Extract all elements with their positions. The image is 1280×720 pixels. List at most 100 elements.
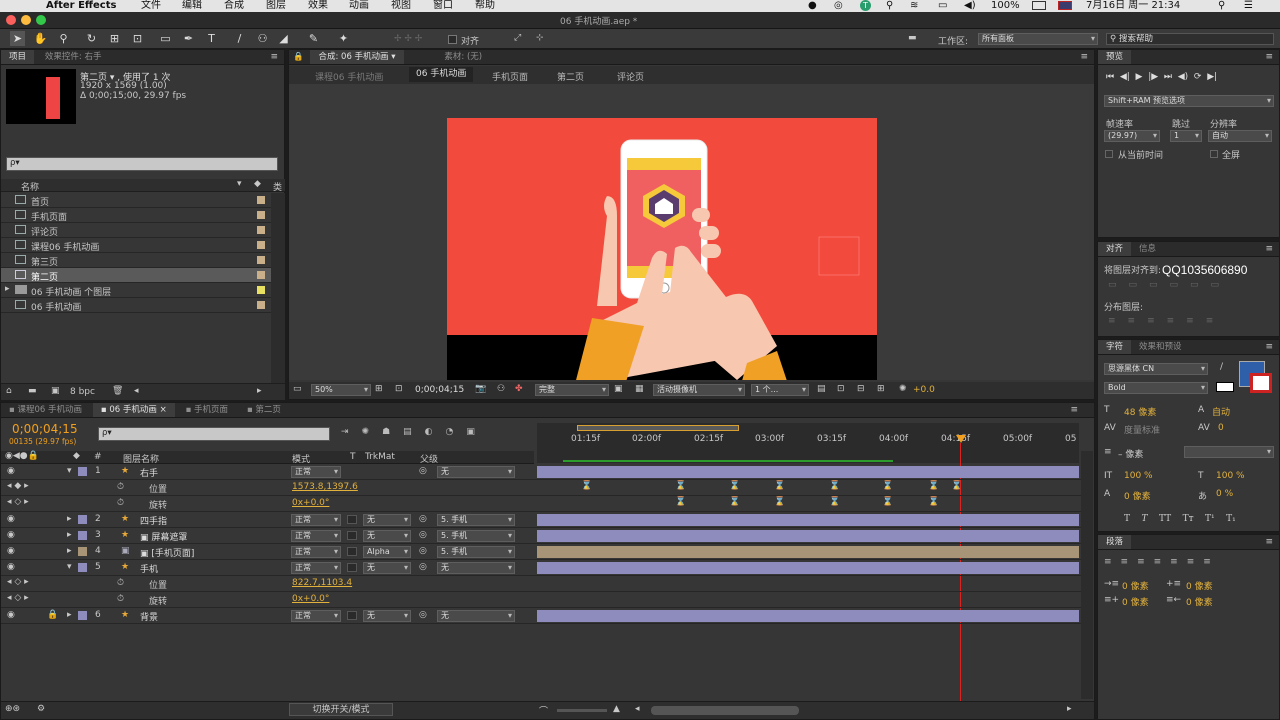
preserve-transparency-box[interactable] <box>347 515 357 524</box>
timeline-hscroll-thumb[interactable] <box>651 706 799 715</box>
wifi-icon[interactable]: ≋ <box>910 0 918 12</box>
tab-timeline-main[interactable]: ▪ 06 手机动画 × <box>92 403 175 417</box>
layer-bar[interactable] <box>537 514 1079 526</box>
preserve-transparency-box[interactable] <box>347 611 357 620</box>
stopwatch-icon[interactable]: ⏱ <box>117 482 124 492</box>
clone-stamp-tool-icon[interactable]: ⚇ <box>255 31 270 46</box>
expand-arrow-icon[interactable]: ▸ <box>67 514 72 524</box>
list-item[interactable]: 首页 <box>1 193 271 208</box>
expand-arrow-icon[interactable]: ▸ <box>67 546 72 556</box>
panel-menu-icon[interactable]: ≡ <box>1070 405 1078 415</box>
next-frame-icon[interactable]: |▶ <box>1148 72 1158 82</box>
menu-edit[interactable]: 编辑 <box>182 0 202 12</box>
zoom-in-icon[interactable]: ▲ <box>613 704 620 714</box>
stopwatch-icon[interactable]: ⏱ <box>117 578 124 588</box>
keyframe-nav-icon[interactable]: ◂ ◇ ▸ <box>7 497 29 507</box>
rectangle-tool-icon[interactable]: ▭ <box>158 31 173 46</box>
clock[interactable]: 7月16日 周一 21:34 <box>1086 0 1180 12</box>
roi-icon[interactable]: ▣ <box>614 384 623 394</box>
pickwhip-icon[interactable]: ◎ <box>419 546 427 556</box>
expand-arrow-icon[interactable]: ▾ <box>67 466 72 476</box>
keyframe[interactable]: ⌛ <box>951 481 962 491</box>
time-ruler[interactable]: 01:15f 02:00f 02:15f 03:00f 03:15f 04:00… <box>537 423 1079 463</box>
scroll-right-icon[interactable]: ▸ <box>1067 704 1072 714</box>
menu-composition[interactable]: 合成 <box>224 0 244 12</box>
menu-help[interactable]: 帮助 <box>475 0 495 12</box>
tab-preview[interactable]: 预览 <box>1098 50 1132 64</box>
tsume-value[interactable]: 0 % <box>1216 489 1233 499</box>
snapshot-icon[interactable]: 📷 <box>475 384 486 394</box>
font-style-select[interactable]: Bold <box>1104 382 1208 394</box>
tab-info[interactable]: 信息 <box>1131 242 1164 256</box>
tracking-value[interactable]: 0 <box>1218 423 1224 433</box>
visibility-icon[interactable]: ◉ <box>7 530 15 540</box>
label-color[interactable] <box>257 196 265 204</box>
work-area-bar[interactable] <box>577 425 739 431</box>
layer-row[interactable]: ◉ ▾ 5 ★ 手机 正常 无 ◎ 无 <box>1 560 1081 576</box>
layer-name[interactable]: 手机 <box>140 562 158 575</box>
menu-view[interactable]: 视图 <box>391 0 411 12</box>
panel-menu-icon[interactable]: ≡ <box>270 52 278 62</box>
resolution-select[interactable]: 自动 <box>1208 130 1272 142</box>
puppet-tool-icon[interactable]: ✦ <box>336 31 351 46</box>
column-name[interactable]: 名称 <box>21 180 39 193</box>
prev-frame-icon[interactable]: ◀| <box>1120 72 1130 82</box>
label-color[interactable] <box>257 256 265 264</box>
keyframe[interactable]: ⌛ <box>581 481 592 491</box>
layer-row[interactable]: ◉ ▸ 4 ▣ ▣ [手机页面] 正常 Alpha ◎ 5. 手机 <box>1 544 1081 560</box>
close-window-button[interactable] <box>6 15 16 25</box>
faux-italic-button[interactable]: T <box>1141 514 1147 524</box>
parent-select[interactable]: 无 <box>437 562 515 574</box>
spotlight-icon[interactable]: ⚲ <box>1218 0 1225 12</box>
superscript-button[interactable]: T¹ <box>1205 514 1215 524</box>
camera-tool-icon[interactable]: ⊞ <box>107 31 122 46</box>
tab-effects-presets[interactable]: 效果和预设 <box>1131 340 1190 354</box>
blend-mode-select[interactable]: 正常 <box>291 546 341 558</box>
layer-name[interactable]: 四手指 <box>140 514 167 527</box>
tab-composition[interactable]: 合成: 06 手机动画 ▾ <box>310 50 404 64</box>
zoom-slider[interactable] <box>557 709 607 712</box>
timeline-switches[interactable]: ⇥✺☗▤◐◔▣ <box>341 427 488 437</box>
visibility-icon[interactable]: ◉ <box>7 514 15 524</box>
toggle-switches-modes-button[interactable]: 切换开关/模式 <box>289 703 393 716</box>
property-value[interactable]: 0x+0.0° <box>292 498 329 508</box>
horizontal-scale[interactable]: 100 % <box>1216 471 1245 481</box>
list-item[interactable]: 评论页 <box>1 223 271 238</box>
parent-select[interactable]: 无 <box>437 466 515 478</box>
scroll-left-icon[interactable]: ◂ <box>635 704 640 714</box>
label-column-icon[interactable]: ◆ <box>254 179 261 189</box>
layer-label-color[interactable] <box>78 515 87 524</box>
keyframe-nav-icon[interactable]: ◂ ◆ ▸ <box>7 481 29 491</box>
vertical-scale[interactable]: 100 % <box>1124 471 1153 481</box>
visibility-icon[interactable]: ◉ <box>7 546 15 556</box>
keyframe-nav-icon[interactable]: ◂ ◇ ▸ <box>7 577 29 587</box>
bpc-label[interactable]: 8 bpc <box>70 387 95 397</box>
minimize-window-button[interactable] <box>21 15 31 25</box>
panel-menu-icon[interactable]: ≡ <box>1265 342 1273 352</box>
keyframe[interactable]: ⌛ <box>729 481 740 491</box>
breadcrumb-item[interactable]: 评论页 <box>617 70 644 83</box>
preserve-transparency-box[interactable] <box>347 547 357 556</box>
breadcrumb-item[interactable]: 第二页 <box>557 70 584 83</box>
eraser-tool-icon[interactable]: ◢ <box>276 31 291 46</box>
playhead-handle[interactable] <box>956 435 966 443</box>
layer-name[interactable]: ▣ 屏幕遮罩 <box>140 530 187 543</box>
zoom-tool-icon[interactable]: ⚲ <box>56 31 71 46</box>
keyframe[interactable]: ⌛ <box>882 497 893 507</box>
type-column[interactable]: 类 <box>273 180 282 193</box>
tab-project[interactable]: 项目 <box>1 50 35 64</box>
list-item[interactable]: 课程06 手机动画 <box>1 238 271 253</box>
stopwatch-icon[interactable]: ⏱ <box>117 498 124 508</box>
layer-row[interactable]: ◉ ▸ 3 ★ ▣ 屏幕遮罩 正常 无 ◎ 5. 手机 <box>1 528 1081 544</box>
scroll-left-icon[interactable]: ◂ <box>134 386 139 396</box>
show-snapshot-icon[interactable]: ⚇ <box>497 384 505 394</box>
zoom-out-icon[interactable]: ⌒ <box>539 704 548 717</box>
column-trkmat[interactable]: TrkMat <box>365 452 395 462</box>
property-value[interactable]: 822.7,1103.4 <box>292 578 352 588</box>
axis-mode-icons[interactable]: ✢ ✢ ✢ <box>394 34 422 44</box>
interpret-footage-icon[interactable]: ⌂ <box>6 386 12 396</box>
zoom-select[interactable]: 50% <box>311 384 371 396</box>
fast-preview-icon[interactable]: ⊟ <box>857 384 865 394</box>
stroke-style-select[interactable] <box>1184 446 1274 458</box>
sort-icon[interactable]: ▾ <box>237 179 242 189</box>
